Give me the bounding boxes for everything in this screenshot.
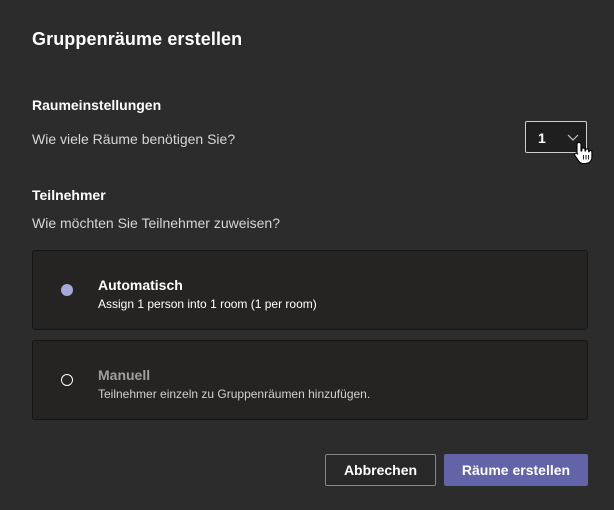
cancel-button[interactable]: Abbrechen [325, 454, 436, 486]
option-manual[interactable]: Manuell Teilnehmer einzeln zu Gruppenräu… [32, 340, 588, 420]
dialog-title: Gruppenräume erstellen [32, 29, 243, 49]
room-count-question: Wie viele Räume benötigen Sie? [32, 131, 236, 147]
room-count-value: 1 [538, 130, 546, 146]
option-automatic-description: Assign 1 person into 1 room (1 per room) [98, 297, 317, 311]
radio-manual-unselected[interactable] [61, 374, 73, 386]
hand-pointer-icon [574, 141, 593, 165]
assignment-question: Wie möchten Sie Teilnehmer zuweisen? [32, 215, 280, 231]
option-manual-description: Teilnehmer einzeln zu Gruppenräumen hinz… [98, 387, 371, 401]
option-automatic[interactable]: Automatisch Assign 1 person into 1 room … [32, 250, 588, 330]
option-manual-title: Manuell [98, 367, 151, 383]
room-settings-heading: Raumeinstellungen [32, 97, 162, 113]
create-breakout-rooms-dialog: Gruppenräume erstellen Raumeinstellungen… [0, 0, 614, 510]
create-rooms-button[interactable]: Räume erstellen [444, 454, 588, 486]
option-automatic-title: Automatisch [98, 277, 183, 293]
participants-heading: Teilnehmer [32, 187, 106, 203]
radio-automatic-selected[interactable] [61, 284, 73, 296]
